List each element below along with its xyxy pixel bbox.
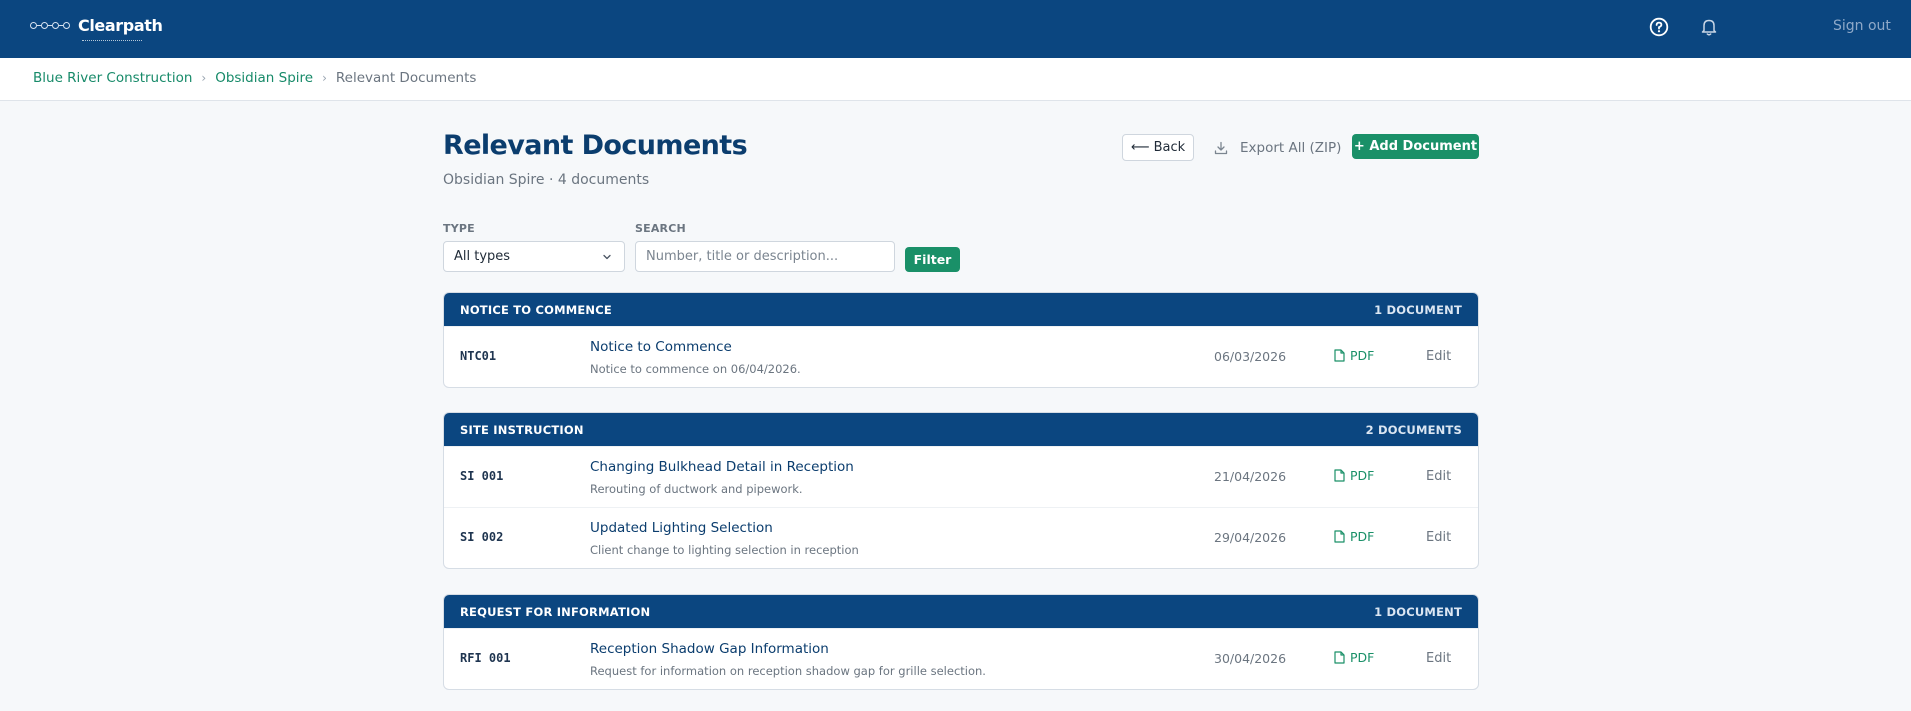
type-select[interactable]: All types [443,241,625,272]
pdf-link[interactable]: PDF [1334,468,1374,483]
document-title-link[interactable]: Notice to Commence [590,339,732,355]
document-row[interactable]: RFI 001 Reception Shadow Gap Information… [444,628,1478,689]
pdf-label: PDF [1350,348,1375,363]
document-date: 30/04/2026 [1214,651,1287,666]
edit-link[interactable]: Edit [1426,469,1451,484]
file-icon [1334,530,1345,543]
breadcrumb-bar: Blue River Construction › Obsidian Spire… [0,58,1911,101]
bell-icon[interactable] [1697,15,1721,39]
section-request-for-information: REQUEST FOR INFORMATION 1 DOCUMENT RFI 0… [443,594,1479,690]
document-number: SI 001 [460,469,504,483]
clearpath-logo[interactable]: Clearpath [30,16,163,41]
document-description: Notice to commence on 06/04/2026. [590,362,801,376]
pdf-label: PDF [1350,468,1375,483]
document-title-link[interactable]: Updated Lighting Selection [590,520,773,536]
breadcrumb-current: Relevant Documents [335,70,477,86]
section-count: 2 DOCUMENTS [1365,422,1462,437]
breadcrumb-separator-icon: › [322,71,327,85]
filter-button[interactable]: Filter [905,247,960,272]
edit-link[interactable]: Edit [1426,530,1451,545]
section-title: REQUEST FOR INFORMATION [460,604,651,619]
download-icon [1214,141,1228,154]
top-navigation-bar: Clearpath Sign out [0,0,1911,58]
edit-link[interactable]: Edit [1426,651,1451,666]
breadcrumb-link-project[interactable]: Obsidian Spire [215,70,313,86]
search-input[interactable] [635,241,895,272]
pdf-label: PDF [1350,529,1375,544]
document-row[interactable]: NTC01 Notice to Commence Notice to comme… [444,326,1478,387]
document-title-link[interactable]: Reception Shadow Gap Information [590,641,829,657]
breadcrumb: Blue River Construction › Obsidian Spire… [33,70,476,86]
document-number: SI 002 [460,530,504,544]
page-title: Relevant Documents [443,130,748,161]
breadcrumb-link-company[interactable]: Blue River Construction [33,70,192,86]
logo-mark-icon [30,22,70,29]
document-date: 29/04/2026 [1214,530,1287,545]
document-row[interactable]: SI 002 Updated Lighting Selection Client… [444,507,1478,568]
logo-underline [82,40,142,42]
file-icon [1334,349,1345,362]
section-count: 1 DOCUMENT [1374,604,1462,619]
file-icon [1334,651,1345,664]
help-circle-icon[interactable] [1647,15,1671,39]
type-select-value: All types [454,249,511,264]
section-notice-to-commence: NOTICE TO COMMENCE 1 DOCUMENT NTC01 Noti… [443,292,1479,388]
section-header: NOTICE TO COMMENCE 1 DOCUMENT [444,293,1478,326]
edit-link[interactable]: Edit [1426,349,1451,364]
chevron-down-icon [603,254,611,260]
document-description: Client change to lighting selection in r… [590,543,859,557]
page-subtitle: Obsidian Spire · 4 documents [443,172,650,188]
document-number: RFI 001 [460,651,511,665]
pdf-label: PDF [1350,650,1375,665]
section-site-instruction: SITE INSTRUCTION 2 DOCUMENTS SI 001 Chan… [443,412,1479,569]
section-count: 1 DOCUMENT [1374,302,1462,317]
add-document-button[interactable]: + Add Document [1352,134,1479,159]
type-filter-label: TYPE [443,222,475,235]
document-date: 06/03/2026 [1214,349,1287,364]
pdf-link[interactable]: PDF [1334,650,1374,665]
logo-text: Clearpath [78,16,163,35]
section-title: NOTICE TO COMMENCE [460,302,612,317]
back-button[interactable]: ⟵ Back [1122,134,1194,161]
section-header: SITE INSTRUCTION 2 DOCUMENTS [444,413,1478,446]
section-header: REQUEST FOR INFORMATION 1 DOCUMENT [444,595,1478,628]
file-icon [1334,469,1345,482]
export-all-label: Export All (ZIP) [1240,139,1342,156]
section-title: SITE INSTRUCTION [460,422,584,437]
pdf-link[interactable]: PDF [1334,529,1374,544]
document-description: Rerouting of ductwork and pipework. [590,482,803,496]
document-number: NTC01 [460,349,497,363]
document-row[interactable]: SI 001 Changing Bulkhead Detail in Recep… [444,446,1478,507]
sign-out-link[interactable]: Sign out [1833,18,1891,34]
document-date: 21/04/2026 [1214,469,1287,484]
export-all-button[interactable]: Export All (ZIP) [1214,134,1341,161]
pdf-link[interactable]: PDF [1334,348,1374,363]
search-filter-label: SEARCH [635,222,686,235]
breadcrumb-separator-icon: › [201,71,207,85]
document-description: Request for information on reception sha… [590,664,986,678]
document-title-link[interactable]: Changing Bulkhead Detail in Reception [590,459,854,475]
